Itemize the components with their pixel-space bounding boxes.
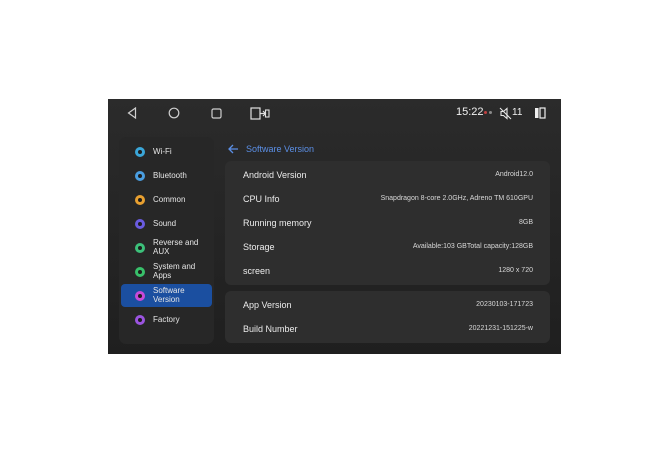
sidebar-item-sound[interactable]: Sound xyxy=(121,212,212,235)
sidebar-item-factory[interactable]: Factory xyxy=(121,308,212,331)
clock: 15:22 xyxy=(456,106,484,118)
info-row-memory: Running memory 8GB xyxy=(225,211,550,235)
page-title: Software Version xyxy=(246,144,315,154)
row-value: 20221231-151225-w xyxy=(468,325,533,332)
row-label: Storage xyxy=(243,242,275,252)
row-label: App Version xyxy=(243,300,292,310)
recents-icon[interactable] xyxy=(209,105,223,121)
side-panel-icon[interactable] xyxy=(533,105,547,121)
info-row-app-version: App Version 20230103-171723 xyxy=(225,293,550,317)
info-row-storage: Storage Available:103 GBTotal capacity:1… xyxy=(225,235,550,259)
wifi-icon xyxy=(135,147,145,157)
sidebar-item-bluetooth[interactable]: Bluetooth xyxy=(121,164,212,187)
sound-icon xyxy=(135,219,145,229)
home-icon[interactable] xyxy=(167,105,181,121)
sidebar-item-system-apps[interactable]: System and Apps xyxy=(121,260,212,283)
sidebar-item-label: Sound xyxy=(153,219,177,228)
info-row-screen: screen 1280 x 720 xyxy=(225,259,550,283)
volume-level: 11 xyxy=(512,107,523,118)
row-label: CPU Info xyxy=(243,194,280,204)
version-info-card: App Version 20230103-171723 Build Number… xyxy=(225,291,550,343)
sidebar-item-common[interactable]: Common xyxy=(121,188,212,211)
page-header: Software Version xyxy=(228,142,314,156)
sidebar-item-wifi[interactable]: Wi-Fi xyxy=(121,140,212,163)
settings-sidebar: Wi-Fi Bluetooth Common Sound Reverse and… xyxy=(119,137,214,344)
row-value: 8GB xyxy=(518,219,533,226)
sidebar-item-label: Software Version xyxy=(153,286,185,304)
info-row-build-number[interactable]: Build Number 20221231-151225-w xyxy=(225,317,550,341)
factory-icon xyxy=(135,315,145,325)
row-label: screen xyxy=(243,266,271,276)
split-screen-icon[interactable] xyxy=(249,105,271,121)
sidebar-item-label: Bluetooth xyxy=(153,171,187,180)
row-value: 20230103-171723 xyxy=(476,301,533,308)
indicator-dot xyxy=(489,111,492,114)
row-label: Running memory xyxy=(243,218,312,228)
sidebar-item-label: Factory xyxy=(153,315,180,324)
indicator-dot xyxy=(484,111,487,114)
sidebar-item-label: Common xyxy=(153,195,186,204)
head-unit-screen: 15:22 11 Wi-Fi Bluetooth Common Sound Re… xyxy=(108,99,561,354)
info-row-cpu: CPU Info Snapdragon 8-core 2.0GHz, Adren… xyxy=(225,187,550,211)
device-info-card: Android Version Android12.0 CPU Info Sna… xyxy=(225,161,550,285)
row-value: Snapdragon 8-core 2.0GHz, Adreno TM 610G… xyxy=(380,195,533,202)
common-icon xyxy=(135,195,145,205)
row-value: Android12.0 xyxy=(495,171,533,178)
row-value: 1280 x 720 xyxy=(498,267,533,274)
reverse-icon xyxy=(135,243,145,253)
sidebar-item-software-version[interactable]: Software Version xyxy=(121,284,212,307)
info-row-android-version: Android Version Android12.0 xyxy=(225,163,550,187)
back-icon[interactable] xyxy=(125,105,139,121)
system-icon xyxy=(135,267,145,277)
sidebar-item-reverse-aux[interactable]: Reverse and AUX xyxy=(121,236,212,259)
row-label: Android Version xyxy=(243,170,307,180)
sidebar-item-label: Reverse and AUX xyxy=(153,238,199,256)
row-label: Build Number xyxy=(243,324,298,334)
mute-icon[interactable] xyxy=(498,105,512,121)
software-icon xyxy=(135,291,145,301)
bluetooth-icon xyxy=(135,171,145,181)
sidebar-item-label: Wi-Fi xyxy=(153,147,172,156)
row-value: Available:103 GBTotal capacity:128GB xyxy=(412,243,533,250)
status-bar: 15:22 11 xyxy=(108,99,561,127)
arrow-left-icon[interactable] xyxy=(228,144,239,154)
sidebar-item-label: System and Apps xyxy=(153,262,196,280)
